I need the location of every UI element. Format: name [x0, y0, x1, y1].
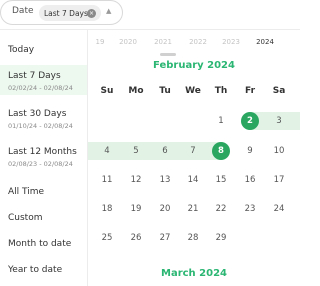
- day-cell[interactable]: 20: [156, 200, 174, 218]
- preset-label: Last 7 Days: [8, 71, 61, 81]
- day-cell[interactable]: 17: [270, 171, 288, 189]
- weekday-label: Th: [214, 86, 228, 96]
- day-cell[interactable]: 11: [98, 171, 116, 189]
- day-cell[interactable]: 29: [212, 229, 230, 247]
- day-cell[interactable]: 4: [98, 142, 116, 160]
- preset-range: 02/08/23 - 02/08/24: [8, 160, 73, 168]
- weekday-label: Fr: [244, 86, 256, 96]
- day-cell[interactable]: 19: [127, 200, 145, 218]
- day-cell[interactable]: 26: [127, 229, 145, 247]
- day-cell[interactable]: 22: [212, 200, 230, 218]
- preset-item[interactable]: Custom: [0, 206, 87, 230]
- preset-label: Month to date: [8, 239, 72, 249]
- year-scroll-thumb[interactable]: [160, 53, 176, 56]
- month-title: February 2024: [153, 60, 235, 71]
- weekday-label: Sa: [272, 86, 286, 96]
- day-cell[interactable]: 7: [184, 142, 202, 160]
- day-cell[interactable]: 25: [98, 229, 116, 247]
- day-cell[interactable]: 23: [241, 200, 259, 218]
- day-cell[interactable]: 12: [127, 171, 145, 189]
- year-item[interactable]: 2023: [222, 38, 240, 46]
- day-cell[interactable]: 27: [156, 229, 174, 247]
- close-icon[interactable]: ×: [87, 8, 96, 18]
- preset-item[interactable]: Last 12 Months 02/08/23 - 02/08/24: [0, 141, 87, 171]
- next-month-title: March 2024: [161, 268, 227, 279]
- preset-item[interactable]: Year to date: [0, 258, 87, 282]
- day-cell[interactable]: 18: [98, 200, 116, 218]
- day-cell[interactable]: 28: [184, 229, 202, 247]
- year-item[interactable]: 19: [96, 38, 105, 46]
- preset-item[interactable]: Today: [0, 38, 87, 62]
- calendar: 19 2020 2021 2022 2023 2024 February 2024 Mar…: [88, 30, 300, 286]
- year-strip: 19 2020 2021 2022 2023 2024: [88, 38, 300, 50]
- weekday-label: We: [185, 86, 201, 96]
- preset-list: Today Last 7 Days 02/02/24 - 02/08/24 Last …: [0, 30, 88, 286]
- weekday-label: Su: [100, 86, 114, 96]
- day-cell[interactable]: 6: [156, 142, 174, 160]
- day-cell[interactable]: 13: [156, 171, 174, 189]
- preset-item[interactable]: Month to date: [0, 232, 87, 256]
- date-filter-bar[interactable]: Date Last 7 Days × ▲: [0, 0, 123, 25]
- preset-label: Custom: [8, 213, 43, 223]
- day-cell[interactable]: 10: [270, 142, 288, 160]
- preset-label: All Time: [8, 187, 45, 197]
- year-item[interactable]: 2021: [154, 38, 172, 46]
- day-cell[interactable]: 15: [212, 171, 230, 189]
- preset-label: Last 30 Days: [8, 109, 67, 119]
- day-cell[interactable]: 9: [241, 142, 259, 160]
- date-filter-chip[interactable]: Last 7 Days ×: [39, 5, 101, 21]
- preset-label: Last 12 Months: [8, 147, 77, 157]
- chevron-up-icon[interactable]: ▲: [106, 7, 111, 15]
- day-cell[interactable]: 16: [241, 171, 259, 189]
- day-cell[interactable]: 24: [270, 200, 288, 218]
- preset-item[interactable]: All Time: [0, 180, 87, 204]
- day-cell[interactable]: 3: [270, 112, 288, 130]
- year-item[interactable]: 2022: [189, 38, 207, 46]
- preset-label: Year to date: [8, 265, 63, 275]
- year-item[interactable]: 2024: [256, 38, 274, 46]
- day-cell[interactable]: 14: [184, 171, 202, 189]
- day-cell-selected[interactable]: 2: [241, 112, 259, 130]
- day-cell[interactable]: 21: [184, 200, 202, 218]
- preset-range: 02/02/24 - 02/08/24: [8, 84, 73, 92]
- day-cell-selected[interactable]: 8: [212, 142, 230, 160]
- preset-item[interactable]: Last 30 Days 01/10/24 - 02/08/24: [0, 103, 87, 133]
- date-filter-chip-label: Last 7 Days: [44, 8, 88, 18]
- weekday-label: Tu: [159, 86, 171, 96]
- weekday-label: Mo: [128, 86, 144, 96]
- year-item[interactable]: 2020: [119, 38, 137, 46]
- preset-range: 01/10/24 - 02/08/24: [8, 122, 73, 130]
- date-filter-label: Date: [12, 6, 34, 16]
- day-cell[interactable]: 5: [127, 142, 145, 160]
- preset-item[interactable]: Last 7 Days 02/02/24 - 02/08/24: [0, 65, 87, 95]
- preset-label: Today: [8, 45, 35, 55]
- date-picker-panel: Today Last 7 Days 02/02/24 - 02/08/24 Last …: [0, 29, 300, 286]
- day-cell[interactable]: 1: [212, 112, 230, 130]
